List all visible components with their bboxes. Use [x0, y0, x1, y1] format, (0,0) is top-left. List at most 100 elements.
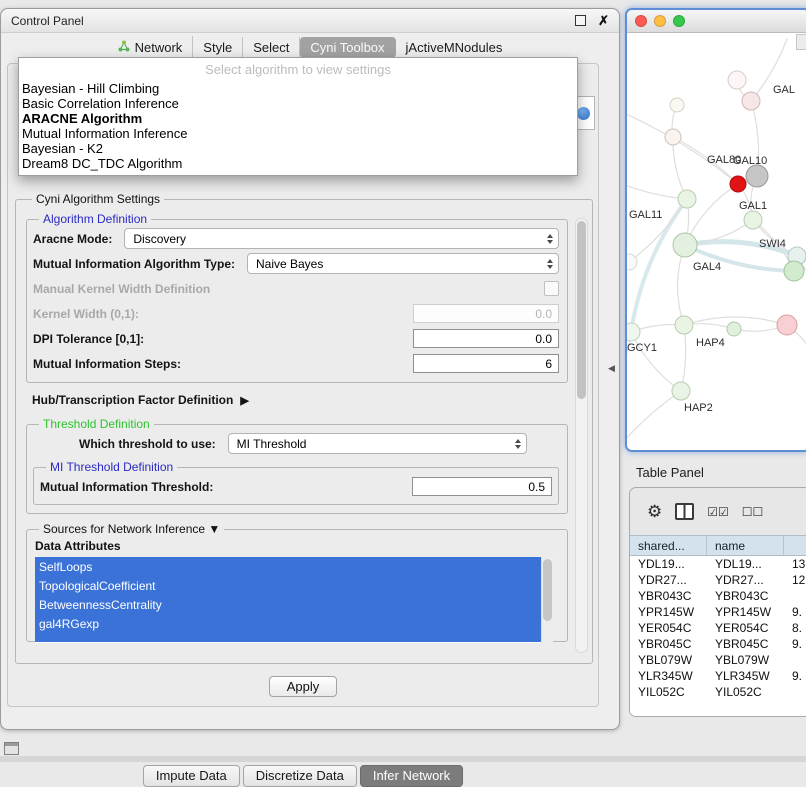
apply-button[interactable]: Apply: [269, 676, 337, 697]
kernel-width-row: Kernel Width (0,1): 0.0: [33, 301, 559, 326]
network-node[interactable]: [784, 261, 804, 281]
manual-kernel-checkbox[interactable]: [544, 281, 559, 296]
network-edge[interactable]: [627, 391, 681, 449]
tab-jactivemnodules[interactable]: jActiveMNodules: [396, 37, 513, 58]
dropdown-item-basic-correlation-inference[interactable]: Basic Correlation Inference: [19, 96, 577, 111]
aracne-mode-select[interactable]: Discovery: [124, 228, 559, 249]
select-all-checkboxes-icon[interactable]: ☑☑: [707, 505, 729, 519]
tab-network[interactable]: Network: [108, 36, 194, 58]
close-icon[interactable]: ✗: [598, 13, 609, 29]
table-row[interactable]: YPR145WYPR145W9.: [630, 604, 806, 620]
tab-infer-network[interactable]: Infer Network: [360, 765, 463, 787]
table-toolbar: ⚙ ☑☑ ☐☐: [630, 488, 806, 535]
network-scrollbar-fragment[interactable]: [796, 34, 806, 50]
minimize-light[interactable]: [654, 15, 666, 27]
dropdown-item-aracne-algorithm[interactable]: ARACNE Algorithm: [19, 111, 577, 126]
settings-scrollbar[interactable]: [575, 218, 588, 653]
scrollbar-thumb[interactable]: [543, 559, 552, 621]
settings-group-title: Cyni Algorithm Settings: [32, 192, 164, 206]
attribute-item-partial[interactable]: [35, 633, 541, 642]
close-light[interactable]: [635, 15, 647, 27]
network-node-gal10[interactable]: [746, 165, 768, 187]
network-node-gal1[interactable]: [744, 211, 762, 229]
dpi-tolerance-field[interactable]: 0.0: [413, 329, 559, 348]
data-attributes-list[interactable]: SelfLoopsTopologicalCoefficientBetweenne…: [35, 557, 553, 643]
network-node[interactable]: [730, 176, 746, 192]
tab-style[interactable]: Style: [193, 37, 243, 58]
dropdown-item-mutual-information-inference[interactable]: Mutual Information Inference: [19, 126, 577, 141]
dropdown-item-dream8-dc-tdc-algorithm[interactable]: Dream8 DC_TDC Algorithm: [19, 156, 577, 171]
mi-steps-field[interactable]: 6: [413, 354, 559, 373]
attribute-item-gal4rgexp[interactable]: gal4RGexp: [35, 614, 541, 633]
network-node[interactable]: [670, 98, 684, 112]
tab-label: Cyni Toolbox: [310, 41, 384, 54]
which-threshold-select[interactable]: MI Threshold: [228, 433, 527, 454]
scrollbar-thumb[interactable]: [577, 221, 586, 399]
network-edge[interactable]: [681, 325, 686, 391]
network-node[interactable]: [727, 322, 741, 336]
attribute-list-scrollbar[interactable]: [541, 557, 553, 643]
threshold-definition-title: Threshold Definition: [39, 417, 154, 431]
mi-type-select[interactable]: Naive Bayes: [247, 253, 559, 274]
sources-toggle[interactable]: Sources for Network Inference ▼: [39, 522, 224, 536]
table-row[interactable]: YDR27...YDR27...12: [630, 572, 806, 588]
table-cell: YIL052C: [707, 685, 784, 699]
algorithm-dropdown-list: Bayesian - Hill ClimbingBasic Correlatio…: [19, 81, 577, 171]
column-header-name[interactable]: name: [707, 536, 784, 555]
network-edge[interactable]: [631, 332, 681, 391]
column-settings-icon[interactable]: [675, 503, 694, 520]
table-row[interactable]: YER054CYER054C8.: [630, 620, 806, 636]
manual-kernel-label: Manual Kernel Width Definition: [33, 282, 210, 296]
tab-discretize-data[interactable]: Discretize Data: [243, 765, 357, 787]
network-node-hap2[interactable]: [672, 382, 690, 400]
control-panel-titlebar[interactable]: Control Panel ✗: [1, 9, 619, 33]
network-node-gal11[interactable]: [678, 190, 696, 208]
attribute-item-topologicalcoefficient[interactable]: TopologicalCoefficient: [35, 576, 541, 595]
table-row[interactable]: YBL079WYBL079W: [630, 652, 806, 668]
kernel-width-field[interactable]: 0.0: [413, 304, 559, 323]
dropdown-item-bayesian-k2[interactable]: Bayesian - K2: [19, 141, 577, 156]
network-view-window[interactable]: GALGAL80GAL10GAL11GAL1SWI4GAL4GCY1HAP4HA…: [625, 8, 806, 452]
table-row[interactable]: YBR043CYBR043C: [630, 588, 806, 604]
network-node-gal80[interactable]: [665, 129, 681, 145]
column-header-shared[interactable]: shared...: [630, 536, 707, 555]
tab-impute-data[interactable]: Impute Data: [143, 765, 240, 787]
network-window-titlebar[interactable]: [627, 10, 806, 33]
network-node-gal[interactable]: [742, 92, 760, 110]
tab-select[interactable]: Select: [243, 37, 300, 58]
mi-threshold-row: Mutual Information Threshold: 0.5: [40, 474, 552, 499]
collapse-arrow-icon[interactable]: ▼: [208, 522, 220, 536]
network-node[interactable]: [728, 71, 746, 89]
network-graph[interactable]: GALGAL80GAL10GAL11GAL1SWI4GAL4GCY1HAP4HA…: [627, 33, 806, 452]
hub-definition-toggle[interactable]: Hub/Transcription Factor Definition ▶: [32, 393, 568, 407]
table-cell: YDR27...: [630, 573, 707, 587]
network-node-gcy1[interactable]: [627, 323, 640, 341]
column-header-3[interactable]: [784, 536, 806, 555]
table-row[interactable]: YBR045CYBR045C9.: [630, 636, 806, 652]
deselect-all-checkboxes-icon[interactable]: ☐☐: [742, 505, 764, 519]
table-cell: YDL19...: [630, 557, 707, 571]
table-row[interactable]: YDL19...YDL19...13: [630, 556, 806, 572]
dropdown-item-bayesian-hill-climbing[interactable]: Bayesian - Hill Climbing: [19, 81, 577, 96]
attribute-item-selfloops[interactable]: SelfLoops: [35, 557, 541, 576]
table-row[interactable]: YIL052CYIL052C: [630, 684, 806, 700]
mi-threshold-field[interactable]: 0.5: [412, 477, 552, 496]
attribute-item-betweennesscentrality[interactable]: BetweennessCentrality: [35, 595, 541, 614]
expand-arrow-icon[interactable]: ▶: [240, 394, 248, 407]
taskbar-window-icon[interactable]: [4, 742, 19, 755]
panel-collapse-arrow-icon[interactable]: ◀: [608, 363, 615, 374]
float-window-icon[interactable]: [575, 15, 586, 26]
node-label-gcy1: GCY1: [627, 342, 657, 354]
network-canvas[interactable]: GALGAL80GAL10GAL11GAL1SWI4GAL4GCY1HAP4HA…: [627, 33, 806, 450]
table-row[interactable]: YLR345WYLR345W9.: [630, 668, 806, 684]
node-label-gal: GAL: [773, 84, 795, 96]
network-edge[interactable]: [627, 109, 738, 184]
apply-row: Apply: [8, 676, 598, 697]
zoom-light[interactable]: [673, 15, 685, 27]
network-node[interactable]: [777, 315, 797, 335]
network-node-gal4[interactable]: [673, 233, 697, 257]
gear-icon[interactable]: ⚙: [647, 502, 662, 522]
tab-cyni-toolbox[interactable]: Cyni Toolbox: [300, 37, 395, 58]
network-node-hap4[interactable]: [675, 316, 693, 334]
table-header-row[interactable]: shared...name: [630, 535, 806, 556]
